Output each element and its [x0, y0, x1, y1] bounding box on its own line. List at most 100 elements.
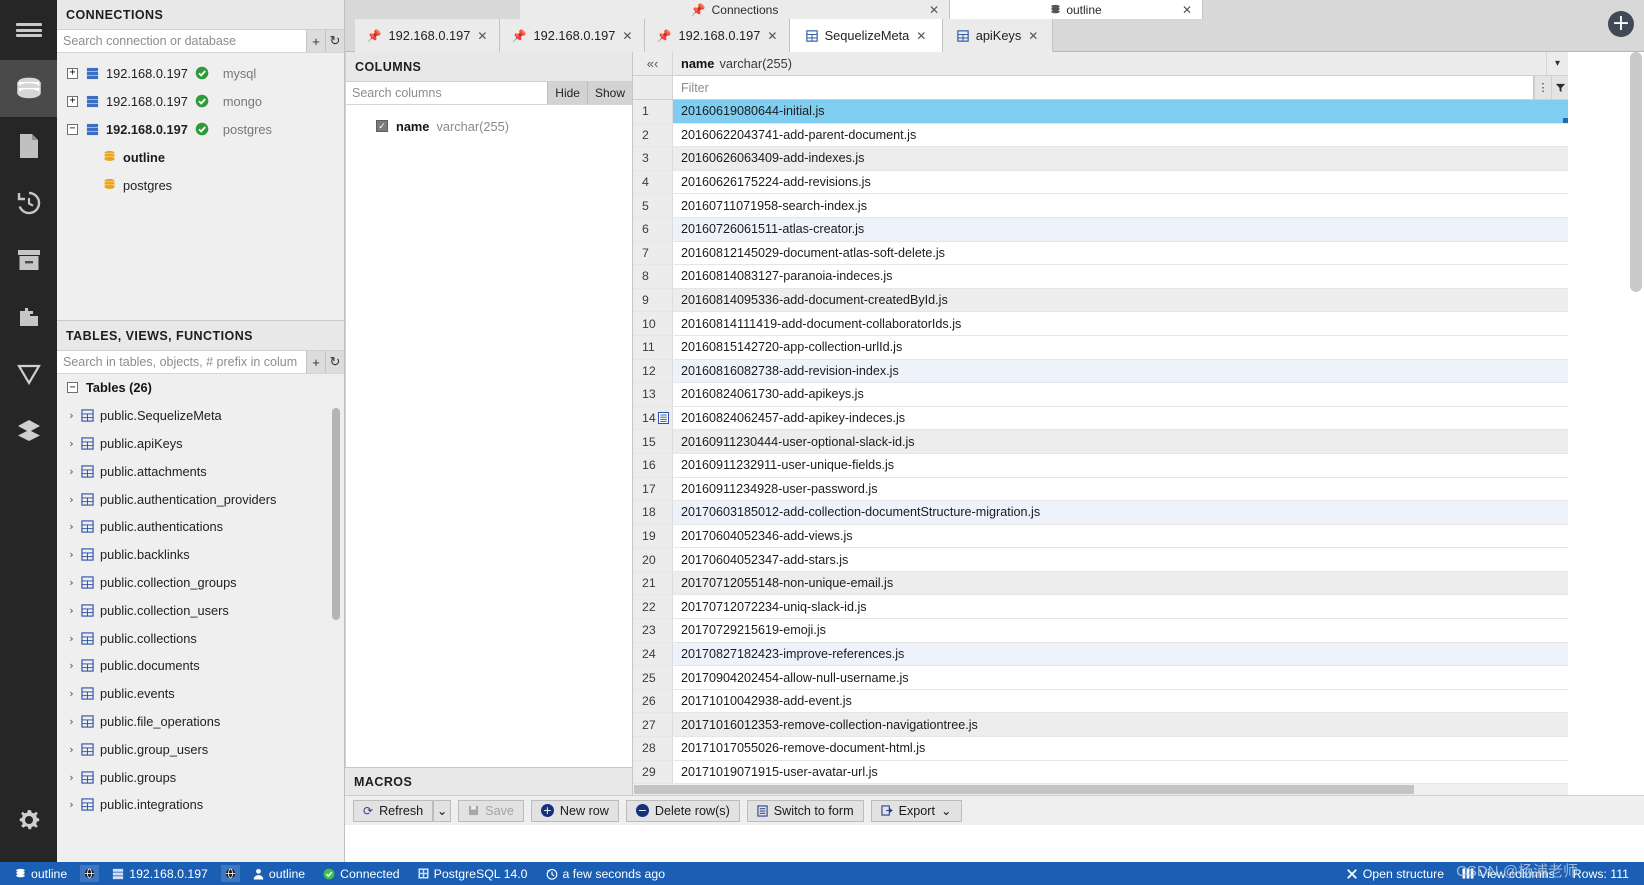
cell-name[interactable]: 20160711071958-search-index.js — [673, 194, 1568, 217]
grid-column-header[interactable]: name varchar(255) — [673, 52, 1546, 75]
expand-caret-icon[interactable]: › — [65, 548, 78, 561]
table-row[interactable]: 3 20160626063409-add-indexes.js — [633, 147, 1568, 171]
sub-tab-connection-2[interactable]: 📌 192.168.0.197 ✕ — [500, 19, 645, 52]
rail-item-archive[interactable] — [0, 231, 57, 288]
expand-caret-icon[interactable]: › — [65, 604, 78, 617]
table-row[interactable]: 25 20170904202454-allow-null-username.js — [633, 666, 1568, 690]
table-list-item[interactable]: › public.groups — [57, 763, 344, 791]
page-scrollbar[interactable] — [1630, 52, 1642, 292]
sub-tab-sequelizemeta[interactable]: SequelizeMeta ✕ — [790, 19, 943, 52]
collapse-panel-button[interactable]: «‹ — [633, 52, 673, 75]
expand-caret-icon[interactable]: › — [65, 715, 78, 728]
close-icon[interactable]: ✕ — [929, 3, 939, 17]
row-number[interactable]: 3 — [633, 147, 673, 170]
grid-horizontal-scrollbar[interactable] — [633, 784, 1568, 795]
table-row[interactable]: 2 20160622043741-add-parent-document.js — [633, 123, 1568, 148]
table-row[interactable]: 16 20160911232911-user-unique-fields.js — [633, 453, 1568, 478]
expand-caret-icon[interactable]: › — [65, 659, 78, 672]
status-last-refresh[interactable]: a few seconds ago — [537, 862, 675, 885]
save-button[interactable]: Save — [458, 799, 524, 822]
table-list-item[interactable]: › public.integrations — [57, 791, 344, 819]
cell-name[interactable]: 20160824061730-add-apikeys.js — [673, 383, 1568, 406]
table-row[interactable]: 15 20160911230444-user-optional-slack-id.… — [633, 430, 1568, 454]
cell-name[interactable]: 20170604052347-add-stars.js — [673, 548, 1568, 571]
expand-caret-icon[interactable]: › — [65, 437, 78, 450]
close-icon[interactable]: ✕ — [1028, 29, 1038, 43]
row-number[interactable]: 15 — [633, 430, 673, 453]
expand-caret-icon[interactable]: › — [65, 520, 78, 533]
table-row[interactable]: 29 20171019071915-user-avatar-url.js — [633, 760, 1568, 785]
table-row[interactable]: 23 20170729215619-emoji.js — [633, 619, 1568, 643]
cell-name[interactable]: 20170729215619-emoji.js — [673, 619, 1568, 642]
switch-to-form-button[interactable]: Switch to form — [746, 799, 864, 822]
row-number[interactable]: 29 — [633, 760, 673, 784]
cell-name[interactable]: 20160911230444-user-optional-slack-id.js — [673, 430, 1568, 453]
expand-caret-icon[interactable]: › — [65, 687, 78, 700]
row-number[interactable]: 20 — [633, 548, 673, 571]
refresh-tables-button[interactable]: ↻ — [325, 351, 344, 373]
status-view-columns[interactable]: View columns — [1453, 862, 1564, 885]
table-row[interactable]: 10 20160814111419-add-document-collaborat… — [633, 312, 1568, 336]
refresh-dropdown-button[interactable]: ⌄ — [433, 799, 452, 822]
top-tab-connections[interactable]: 📌 Connections ✕ — [520, 0, 950, 19]
table-row[interactable]: 11 20160815142720-app-collection-urlId.js — [633, 335, 1568, 360]
row-number[interactable]: 12 — [633, 359, 673, 383]
table-row[interactable]: 5 20160711071958-search-index.js — [633, 194, 1568, 218]
tables-search-input[interactable] — [57, 351, 306, 373]
cell-name[interactable]: 20160814083127-paranoia-indeces.js — [673, 265, 1568, 288]
table-row[interactable]: 27 20171016012353-remove-collection-navig… — [633, 713, 1568, 738]
cell-name[interactable]: 20160814111419-add-document-collaborator… — [673, 312, 1568, 335]
cell-name[interactable]: 20170604052346-add-views.js — [673, 525, 1568, 548]
connection-tree-row[interactable]: + 192.168.0.197 mongo — [57, 87, 344, 115]
expand-caret-icon[interactable]: › — [65, 743, 78, 756]
table-row[interactable]: 13 20160824061730-add-apikeys.js — [633, 383, 1568, 407]
status-database[interactable]: outline — [6, 862, 76, 885]
table-list-item[interactable]: › public.backlinks — [57, 541, 344, 569]
cell-name[interactable]: 20160812145029-document-atlas-soft-delet… — [673, 242, 1568, 265]
table-list-item[interactable]: › public.apiKeys — [57, 430, 344, 458]
cell-name[interactable]: 20171017055026-remove-document-html.js — [673, 737, 1568, 760]
row-number[interactable]: 10 — [633, 312, 673, 335]
table-row[interactable]: 14 20160824062457-add-apikey-indeces.js — [633, 406, 1568, 431]
status-server[interactable]: 192.168.0.197 — [103, 862, 217, 885]
row-number[interactable]: 1 — [633, 100, 673, 123]
table-list-item[interactable]: › public.authentications — [57, 513, 344, 541]
expand-caret-icon[interactable]: › — [65, 771, 78, 784]
table-row[interactable]: 26 20171010042938-add-event.js — [633, 689, 1568, 714]
row-number[interactable]: 22 — [633, 595, 673, 619]
table-row[interactable]: 24 20170827182423-improve-references.js — [633, 642, 1568, 667]
filter-menu-icon[interactable]: ⋮ — [1534, 76, 1551, 99]
cell-name[interactable]: 20170603185012-add-collection-documentSt… — [673, 501, 1568, 524]
collapse-toggle-icon[interactable]: − — [67, 123, 78, 135]
row-number[interactable]: 9 — [633, 288, 673, 312]
row-number[interactable]: 7 — [633, 241, 673, 265]
table-row[interactable]: 22 20170712072234-uniq-slack-id.js — [633, 595, 1568, 620]
expand-caret-icon[interactable]: › — [65, 493, 78, 506]
sub-tab-apikeys[interactable]: apiKeys ✕ — [943, 19, 1053, 52]
table-row[interactable]: 7 20160812145029-document-atlas-soft-dele… — [633, 241, 1568, 266]
cell-name[interactable]: 20170712072234-uniq-slack-id.js — [673, 595, 1568, 618]
tables-group-header[interactable]: − Tables (26) — [57, 374, 344, 402]
expand-caret-icon[interactable]: › — [65, 409, 78, 422]
row-number[interactable]: 6 — [633, 217, 673, 241]
add-connection-button[interactable]: + — [306, 30, 325, 52]
table-list-item[interactable]: › public.collection_users — [57, 596, 344, 624]
refresh-connections-button[interactable]: ↻ — [325, 30, 344, 52]
delete-rows-button[interactable]: − Delete row(s) — [625, 799, 740, 822]
refresh-button[interactable]: ⟳ Refresh — [353, 799, 434, 822]
cell-name[interactable]: 20171016012353-remove-collection-navigat… — [673, 713, 1568, 737]
column-list-item[interactable]: ✓ name varchar(255) — [346, 113, 632, 139]
expand-caret-icon[interactable]: › — [65, 465, 78, 478]
close-icon[interactable]: ✕ — [767, 29, 777, 43]
table-list-item[interactable]: › public.SequelizeMeta — [57, 402, 344, 430]
table-list-item[interactable]: › public.collections — [57, 624, 344, 652]
connection-search-input[interactable] — [57, 30, 306, 52]
row-number[interactable]: 14 — [633, 406, 673, 430]
close-icon[interactable]: ✕ — [1182, 3, 1192, 17]
cell-name[interactable]: 20171010042938-add-event.js — [673, 690, 1568, 713]
row-number[interactable]: 4 — [633, 170, 673, 194]
row-number[interactable]: 25 — [633, 666, 673, 689]
rail-item-files[interactable] — [0, 117, 57, 174]
grid-header-dropdown-icon[interactable]: ▾ — [1546, 52, 1568, 75]
table-row[interactable]: 9 20160814095336-add-document-createdById… — [633, 288, 1568, 313]
